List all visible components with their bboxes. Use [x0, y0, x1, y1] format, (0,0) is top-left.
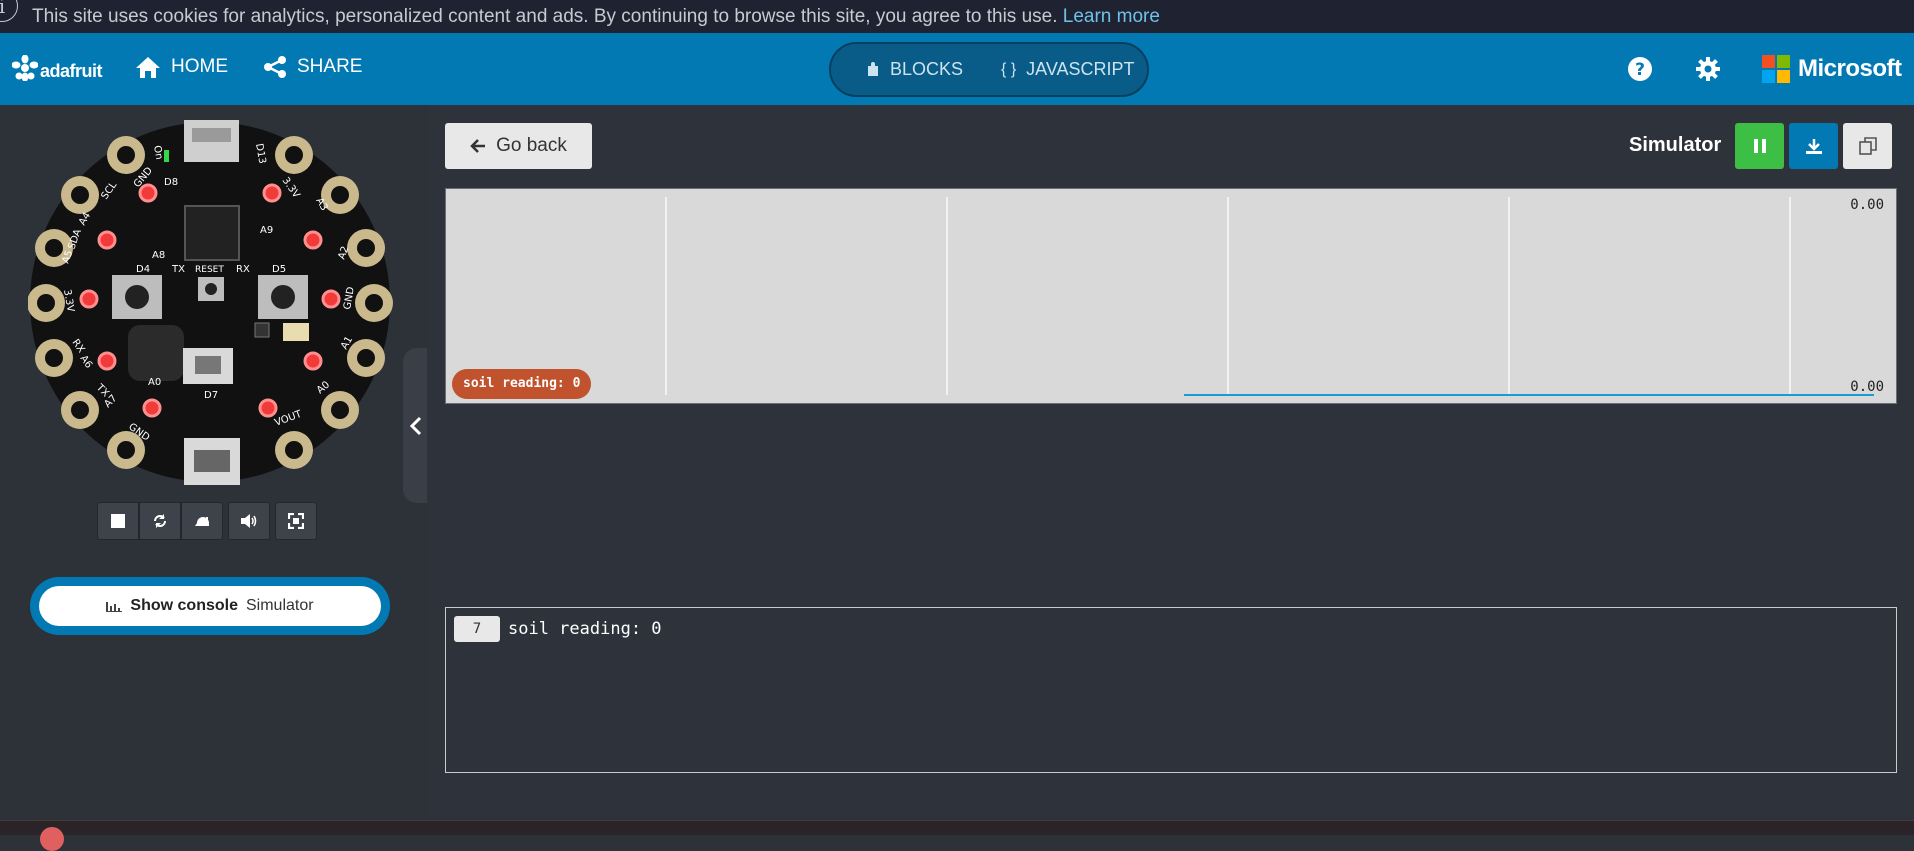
download-icon — [1805, 139, 1822, 154]
button-b[interactable] — [258, 275, 308, 319]
svg-text:D8: D8 — [164, 177, 178, 188]
chart-gridline — [946, 197, 948, 395]
blocks-label: BLOCKS — [890, 59, 964, 79]
console-log: 7 soil reading: 0 — [445, 607, 1897, 773]
brand-name: adafruit — [40, 61, 103, 81]
speaker — [128, 325, 184, 381]
cookie-banner: i This site uses cookies for analytics, … — [0, 0, 1914, 33]
fullscreen-button[interactable] — [275, 502, 317, 540]
chart-gridline — [1508, 197, 1510, 395]
console-source-label: Simulator — [246, 597, 314, 614]
log-line: soil reading: 0 — [508, 619, 662, 639]
microsoft-label: Microsoft — [1798, 55, 1902, 82]
microsoft-grid-icon — [1762, 55, 1790, 83]
help-button[interactable]: ? — [1626, 55, 1654, 83]
gear-icon — [1696, 57, 1720, 81]
cookie-text: This site uses cookies for analytics, pe… — [32, 6, 1058, 27]
chevron-left-icon — [410, 416, 422, 435]
editor-mode-toggle: BLOCKS { } JAVASCRIPT — [829, 42, 1149, 97]
top-bar: adafruit HOME SHARE BLOCKS { } JAVASCRIP… — [0, 33, 1914, 105]
go-back-button[interactable]: Go back — [445, 123, 592, 169]
home-link[interactable]: HOME — [135, 55, 228, 79]
show-console-button[interactable]: Show console Simulator — [39, 586, 381, 626]
stop-button[interactable] — [97, 502, 139, 540]
bottom-bar — [0, 820, 1914, 851]
home-label: HOME — [171, 56, 228, 77]
javascript-label: JAVASCRIPT — [1026, 59, 1135, 79]
sound-sensor — [283, 323, 309, 341]
svg-text:?: ? — [1635, 60, 1645, 80]
simulator-title: Simulator — [1629, 134, 1722, 156]
chart-gridline — [665, 197, 667, 395]
pause-icon — [1753, 139, 1766, 153]
go-back-label: Go back — [496, 135, 567, 156]
console-toggle-wrapper: Show console Simulator — [30, 577, 390, 635]
button-a[interactable] — [112, 275, 162, 319]
blocks-tab[interactable]: BLOCKS — [831, 44, 963, 95]
settings-button[interactable] — [1694, 55, 1722, 83]
svg-text:A9: A9 — [260, 225, 273, 236]
restart-button[interactable] — [139, 502, 181, 540]
chart-min-label: 0.00 — [1850, 379, 1884, 395]
mute-button[interactable] — [228, 502, 270, 540]
info-icon[interactable]: i — [0, 0, 18, 22]
share-label: SHARE — [297, 56, 363, 77]
svg-text:D5: D5 — [272, 264, 286, 275]
fullscreen-icon — [288, 513, 304, 529]
serial-chart: 0.00 0.00 soil reading: 0 — [445, 188, 1897, 404]
download-button[interactable] — [1789, 123, 1838, 169]
arrow-left-icon — [470, 139, 486, 153]
chart-max-label: 0.00 — [1850, 197, 1884, 213]
svg-text:D4: D4 — [136, 264, 150, 275]
svg-text:TX: TX — [171, 264, 185, 275]
copy-button[interactable] — [1843, 123, 1892, 169]
adafruit-logo[interactable]: adafruit — [12, 53, 103, 82]
learn-more-link[interactable]: Learn more — [1063, 6, 1160, 27]
svg-text:RESET: RESET — [195, 265, 224, 275]
snail-icon — [195, 517, 209, 526]
chart-gridline — [1227, 197, 1229, 395]
repeat-count-badge: 7 — [454, 616, 500, 642]
microcontroller-chip — [184, 205, 240, 261]
svg-text:D7: D7 — [204, 390, 218, 401]
help-icon: ? — [1628, 57, 1652, 81]
circuit-playground-board[interactable]: GND SCL A4 SDA A5 3.3V RX A6 TX A7 GND D… — [28, 120, 393, 485]
show-console-label: Show console — [130, 597, 238, 614]
copy-icon — [1858, 137, 1877, 155]
svg-text:RX: RX — [236, 264, 250, 275]
adafruit-flower-icon — [12, 54, 38, 81]
soil-reading-series-line — [1184, 394, 1874, 396]
svg-text:A0: A0 — [148, 377, 161, 388]
collapse-simulator-button[interactable] — [403, 348, 429, 503]
home-icon — [136, 57, 160, 78]
microsoft-logo[interactable]: Microsoft — [1762, 55, 1902, 83]
bar-chart-icon — [106, 602, 123, 612]
series-value-pill: soil reading: 0 — [452, 369, 592, 399]
stop-icon — [111, 514, 125, 528]
simulator-controls — [97, 502, 317, 540]
share-icon — [264, 56, 286, 78]
slow-mo-button[interactable] — [181, 502, 223, 540]
pause-button[interactable] — [1735, 123, 1784, 169]
chart-gridline — [1789, 197, 1791, 395]
puzzle-icon — [868, 61, 878, 76]
status-indicator-icon — [40, 827, 64, 851]
braces-icon: { } — [1001, 60, 1017, 78]
restart-icon — [154, 514, 166, 528]
svg-text:A8: A8 — [152, 250, 165, 261]
speaker-icon — [241, 514, 257, 528]
share-link[interactable]: SHARE — [263, 55, 362, 79]
reset-button[interactable] — [198, 277, 224, 301]
javascript-tab[interactable]: { } JAVASCRIPT — [963, 44, 1135, 95]
